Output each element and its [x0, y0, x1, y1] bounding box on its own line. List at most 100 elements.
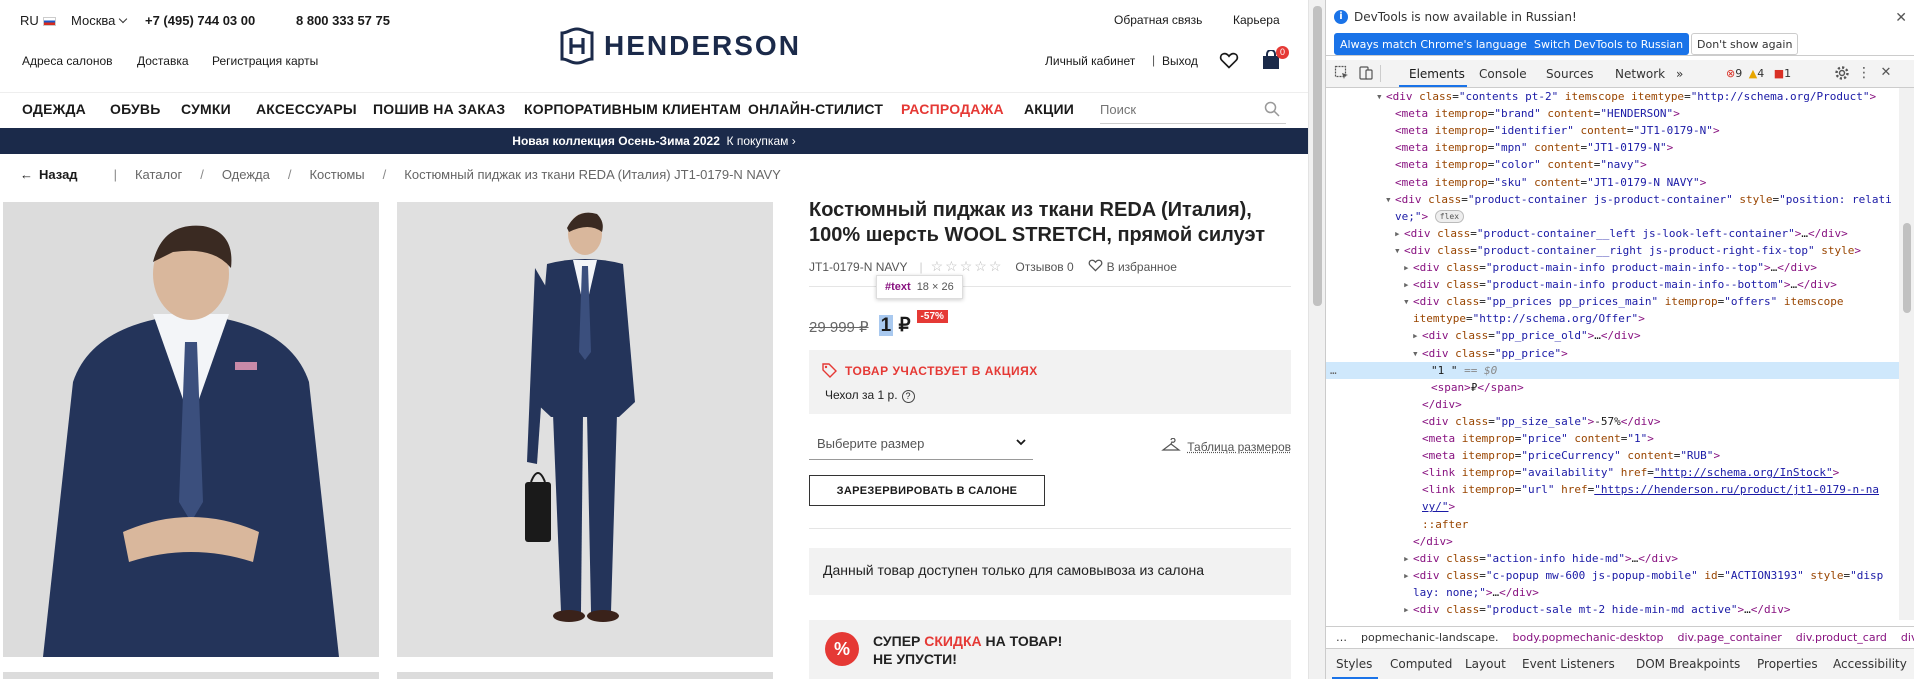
search-input[interactable] [1100, 96, 1250, 122]
dom-node-selected[interactable]: … "1 " == $0 [1326, 362, 1899, 379]
size-select[interactable]: Выберите размер [809, 430, 1033, 460]
link-card-registration[interactable]: Регистрация карты [212, 54, 318, 68]
dom-node[interactable]: <meta itemprop="priceCurrency" content="… [1326, 447, 1899, 464]
city-selector[interactable]: Москва [71, 13, 126, 28]
search-icon[interactable] [1264, 101, 1280, 122]
dom-node[interactable]: ::after [1326, 516, 1899, 533]
photo-thumbnail[interactable] [3, 672, 379, 679]
dom-tree-scrollbar[interactable] [1899, 88, 1914, 620]
breadcrumb-suits[interactable]: Костюмы [309, 167, 364, 182]
nav-online-stylist[interactable]: ОНЛАЙН-СТИЛИСТ [748, 101, 883, 117]
dom-node[interactable]: ▾ <div class="pp_prices pp_prices_main" i… [1326, 293, 1899, 310]
scrollbar-thumb[interactable] [1313, 6, 1322, 306]
link-logout[interactable]: Выход [1162, 54, 1198, 68]
dom-node[interactable]: ▾ <div class="contents pt-2" itemscope it… [1326, 88, 1899, 105]
close-icon[interactable]: ✕ [1878, 65, 1894, 81]
inspect-element-icon[interactable] [1334, 65, 1350, 81]
dom-breadcrumb-item[interactable]: … [1336, 631, 1347, 644]
subtab-layout[interactable]: Layout [1465, 657, 1506, 671]
reviews-link[interactable]: Отзывов 0 [1015, 260, 1073, 274]
tab-network[interactable]: Network [1615, 67, 1665, 81]
question-icon[interactable]: ? [902, 390, 915, 403]
nav-promotions[interactable]: АКЦИИ [1024, 101, 1074, 117]
tab-console[interactable]: Console [1479, 67, 1527, 81]
issues-counter[interactable]: ⊗9 ▲4 ■1 [1726, 67, 1791, 80]
link-account[interactable]: Личный кабинет [1045, 54, 1135, 68]
language-selector[interactable]: RU [20, 13, 56, 28]
link-feedback[interactable]: Обратная связь [1114, 13, 1202, 27]
dom-tree[interactable]: ▾ <div class="contents pt-2" itemscope it… [1326, 88, 1899, 620]
phone-moscow[interactable]: +7 (495) 744 03 00 [145, 13, 255, 28]
dom-breadcrumb-item[interactable]: div [1901, 631, 1914, 644]
subtab-dom-breakpoints[interactable]: DOM Breakpoints [1636, 657, 1740, 671]
photo-thumbnail[interactable] [397, 672, 773, 679]
dom-node[interactable]: <div class="pp_size_sale">-57%</div> [1326, 413, 1899, 430]
phone-free[interactable]: 8 800 333 57 75 [296, 13, 390, 28]
dom-node[interactable]: ▸ <div class="product-container__left js-… [1326, 225, 1899, 242]
subtab-properties[interactable]: Properties [1757, 657, 1818, 671]
dom-node[interactable]: vy/"> [1326, 498, 1899, 515]
switch-to-russian-button[interactable]: Switch DevTools to Russian [1528, 33, 1689, 55]
dom-node[interactable]: ▸ <div class="c-popup mw-600 js-popup-mob… [1326, 567, 1899, 584]
tab-sources[interactable]: Sources [1546, 67, 1593, 81]
subtab-computed[interactable]: Computed [1390, 657, 1452, 671]
nav-shoes[interactable]: ОБУВЬ [110, 101, 161, 117]
link-career[interactable]: Карьера [1233, 13, 1280, 27]
nav-corporate[interactable]: КОРПОРАТИВНЫМ КЛИЕНТАМ [524, 101, 741, 117]
back-link[interactable]: ← Назад [20, 167, 78, 182]
close-icon[interactable]: ✕ [1895, 10, 1907, 26]
dom-node[interactable]: <link itemprop="availability" href="http… [1326, 464, 1899, 481]
dom-node[interactable]: itemtype="http://schema.org/Offer"> [1326, 310, 1899, 327]
henderson-logo[interactable]: HENDERSON [558, 26, 801, 66]
dom-node[interactable]: ▾ <div class="product-container js-produc… [1326, 191, 1899, 208]
scrollbar-thumb[interactable] [1903, 223, 1911, 313]
rating-stars-icon[interactable]: ☆☆☆☆☆ [931, 258, 1004, 275]
nav-accessories[interactable]: АКСЕССУАРЫ [256, 101, 357, 117]
dom-node[interactable]: ve;"> flex [1326, 208, 1899, 225]
nav-bags[interactable]: СУМКИ [181, 101, 231, 117]
dom-node[interactable]: <span>₽</span> [1326, 379, 1899, 396]
subtab-accessibility[interactable]: Accessibility [1833, 657, 1907, 671]
breadcrumb-catalog[interactable]: Каталог [135, 167, 182, 182]
settings-gear-icon[interactable] [1834, 65, 1850, 81]
match-chrome-language-button[interactable]: Always match Chrome's language [1334, 33, 1533, 55]
dom-node[interactable]: ▸ <div class="product-main-info product-m… [1326, 259, 1899, 276]
product-photo-fullbody[interactable] [397, 202, 773, 657]
dont-show-again-button[interactable]: Don't show again [1691, 33, 1798, 55]
dom-breadcrumb-item[interactable]: body.popmechanic-desktop [1513, 631, 1664, 644]
device-toolbar-icon[interactable] [1358, 65, 1374, 81]
promo-banner[interactable]: Новая коллекция Осень-Зима 2022 К покупк… [0, 128, 1308, 154]
nav-clothing[interactable]: ОДЕЖДА [22, 101, 86, 117]
add-to-favorites[interactable]: В избранное [1088, 258, 1177, 275]
product-photo-closeup[interactable] [3, 202, 379, 657]
dom-node[interactable]: ▸ <div class="action-info hide-md">…</div… [1326, 550, 1899, 567]
nav-sale[interactable]: РАСПРОДАЖА [901, 101, 1004, 117]
dom-breadcrumb-item[interactable]: div.product_card [1796, 631, 1887, 644]
dom-breadcrumb-item[interactable]: div.page_container [1678, 631, 1782, 644]
dom-node[interactable]: ▾ <div class="product-container__right js… [1326, 242, 1899, 259]
size-chart-link[interactable]: Таблица размеров [1161, 438, 1291, 455]
promo-link[interactable]: К покупкам › [727, 134, 796, 148]
dom-node[interactable]: <meta itemprop="brand" content="HENDERSO… [1326, 105, 1899, 122]
dom-breadcrumb-item[interactable]: popmechanic-landscape. [1361, 631, 1499, 644]
breadcrumb-clothing[interactable]: Одежда [222, 167, 270, 182]
dom-node[interactable]: ▸ <div class="pp_price_old">…</div> [1326, 327, 1899, 344]
more-options-icon[interactable]: ⋮ [1856, 65, 1872, 81]
dom-node[interactable]: <meta itemprop="color" content="navy"> [1326, 156, 1899, 173]
dom-node[interactable]: <meta itemprop="mpn" content="JT1-0179-N… [1326, 139, 1899, 156]
dom-node[interactable]: ▾ <div class="pp_price"> [1326, 345, 1899, 362]
subtab-styles[interactable]: Styles [1336, 657, 1372, 671]
promotions-title[interactable]: ТОВАР УЧАСТВУЕТ В АКЦИЯХ [845, 364, 1038, 378]
dom-node[interactable]: ▸ <div class="product-sale mt-2 hide-min-… [1326, 601, 1899, 618]
link-stores[interactable]: Адреса салонов [22, 54, 113, 68]
subtab-event-listeners[interactable]: Event Listeners [1522, 657, 1615, 671]
dom-node[interactable]: <meta itemprop="identifier" content="JT1… [1326, 122, 1899, 139]
nav-tailoring[interactable]: ПОШИВ НА ЗАКАЗ [373, 101, 505, 117]
favorites-heart-icon[interactable] [1219, 50, 1241, 72]
reserve-in-store-button[interactable]: ЗАРЕЗЕРВИРОВАТЬ В САЛОНЕ [809, 475, 1045, 506]
page-scrollbar[interactable] [1308, 0, 1325, 679]
tab-elements[interactable]: Elements [1409, 67, 1465, 81]
dom-node[interactable]: lay: none;">…</div> [1326, 584, 1899, 601]
super-discount-banner[interactable]: % СУПЕР СКИДКА НА ТОВАР! НЕ УПУСТИ! [809, 620, 1291, 679]
link-delivery[interactable]: Доставка [137, 54, 189, 68]
